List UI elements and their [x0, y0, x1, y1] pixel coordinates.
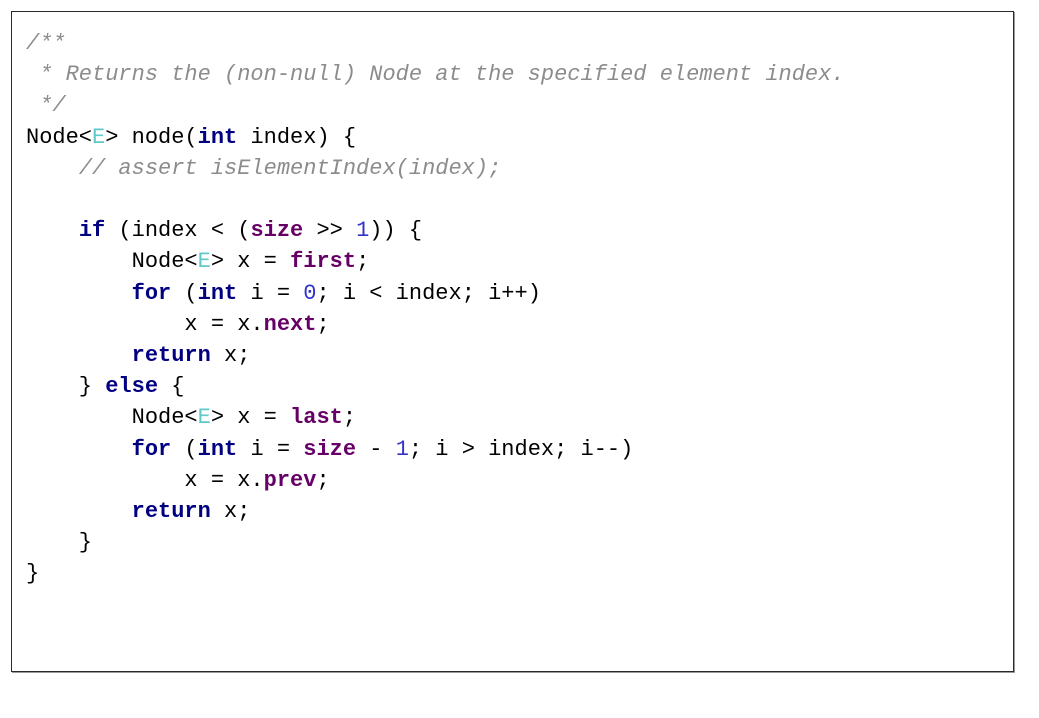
code-line: Node<E> x = first; — [26, 246, 1013, 277]
code-token-pln: ( — [171, 436, 198, 462]
code-token-cmt: * Returns the (non-null) Node at the spe… — [26, 62, 845, 88]
code-token-kw: for — [131, 280, 172, 306]
code-token-fld: first — [290, 249, 357, 275]
code-line: Node<E> x = last; — [26, 402, 1013, 433]
code-token-num: 1 — [395, 436, 409, 462]
code-token-pln — [26, 499, 132, 524]
code-token-fld: size — [250, 218, 304, 244]
code-token-pln: i = — [237, 436, 304, 462]
code-line: } — [26, 558, 1013, 589]
code-token-fld: last — [290, 405, 343, 431]
code-token-num: 0 — [303, 280, 317, 306]
code-token-pln — [26, 437, 132, 462]
code-token-pln — [26, 281, 132, 306]
code-token-pln: > x = — [210, 249, 291, 275]
code-line: // assert isElementIndex(index); — [26, 153, 1013, 184]
code-line: } — [26, 527, 1013, 558]
code-token-kw: return — [131, 343, 211, 369]
code-token-pln: Node< — [26, 249, 198, 275]
code-token-pln — [26, 343, 132, 368]
code-token-kw: return — [131, 499, 211, 525]
code-token-kw: int — [197, 280, 238, 306]
code-token-pln: x = x. — [26, 311, 264, 337]
code-token-kw: if — [78, 218, 106, 244]
code-token-pln: x; — [210, 343, 251, 369]
code-line: return x; — [26, 340, 1013, 371]
code-token-pln: ; i > index; i--) — [408, 436, 634, 462]
code-token-pln: } — [26, 561, 40, 587]
code-token-fld: size — [303, 436, 357, 462]
code-token-cmt: // assert isElementIndex(index); — [78, 155, 502, 181]
code-line: /** — [26, 28, 1013, 59]
code-line: Node<E> node(int index) { — [26, 122, 1013, 153]
code-token-pln: } — [26, 530, 93, 556]
code-token-pln: ; i < index; i++) — [316, 280, 541, 306]
code-token-pln: > node( — [105, 124, 198, 150]
code-line: x = x.prev; — [26, 465, 1013, 496]
code-line: if (index < (size >> 1)) { — [26, 215, 1013, 246]
code-token-pln: ; — [316, 311, 330, 337]
code-token-pln: x = x. — [26, 467, 264, 493]
code-token-typ: E — [197, 405, 211, 431]
code-line: * Returns the (non-null) Node at the spe… — [26, 59, 1013, 90]
code-line: */ — [26, 90, 1013, 121]
code-token-cmt: /** — [26, 31, 66, 56]
code-token-pln: ; — [356, 249, 370, 275]
code-token-pln: } — [26, 374, 106, 400]
code-line: for (int i = 0; i < index; i++) — [26, 278, 1013, 309]
code-line: x = x.next; — [26, 309, 1013, 340]
code-token-pln: i = — [237, 280, 304, 306]
code-token-pln: (index < ( — [105, 218, 251, 244]
code-token-pln: > x = — [210, 405, 291, 431]
code-block-frame: /** * Returns the (non-null) Node at the… — [11, 11, 1014, 672]
code-token-pln: x; — [210, 499, 251, 525]
code-token-pln: index) { — [237, 124, 357, 150]
code-token-kw: for — [131, 436, 172, 462]
code-line: ​ — [26, 184, 1013, 215]
code-token-fld: prev — [263, 467, 317, 493]
code-token-pln — [26, 218, 79, 243]
code-line: for (int i = size - 1; i > index; i--) — [26, 434, 1013, 465]
code-token-pln: - — [356, 436, 396, 462]
code-token-pln: ; — [342, 405, 357, 431]
code-token-pln: { — [158, 374, 185, 400]
code-token-num: 1 — [356, 218, 370, 244]
code-line: } else { — [26, 371, 1013, 402]
code-token-pln — [26, 156, 79, 181]
code-token-kw: int — [197, 124, 238, 150]
code-token-pln: Node< — [26, 124, 93, 150]
code-token-typ: E — [197, 249, 211, 275]
code-token-typ: E — [92, 124, 106, 150]
code-token-pln: )) { — [369, 218, 423, 244]
code-token-cmt: */ — [26, 93, 66, 119]
code-token-fld: next — [263, 311, 317, 337]
code-token-pln: ( — [171, 280, 198, 306]
code-token-pln: >> — [303, 218, 357, 244]
code-token-kw: else — [105, 374, 159, 400]
code-token-pln: Node< — [26, 405, 198, 431]
code-token-pln: ; — [316, 467, 330, 493]
code-listing[interactable]: /** * Returns the (non-null) Node at the… — [12, 12, 1013, 590]
code-token-kw: int — [197, 436, 238, 462]
code-line: return x; — [26, 496, 1013, 527]
